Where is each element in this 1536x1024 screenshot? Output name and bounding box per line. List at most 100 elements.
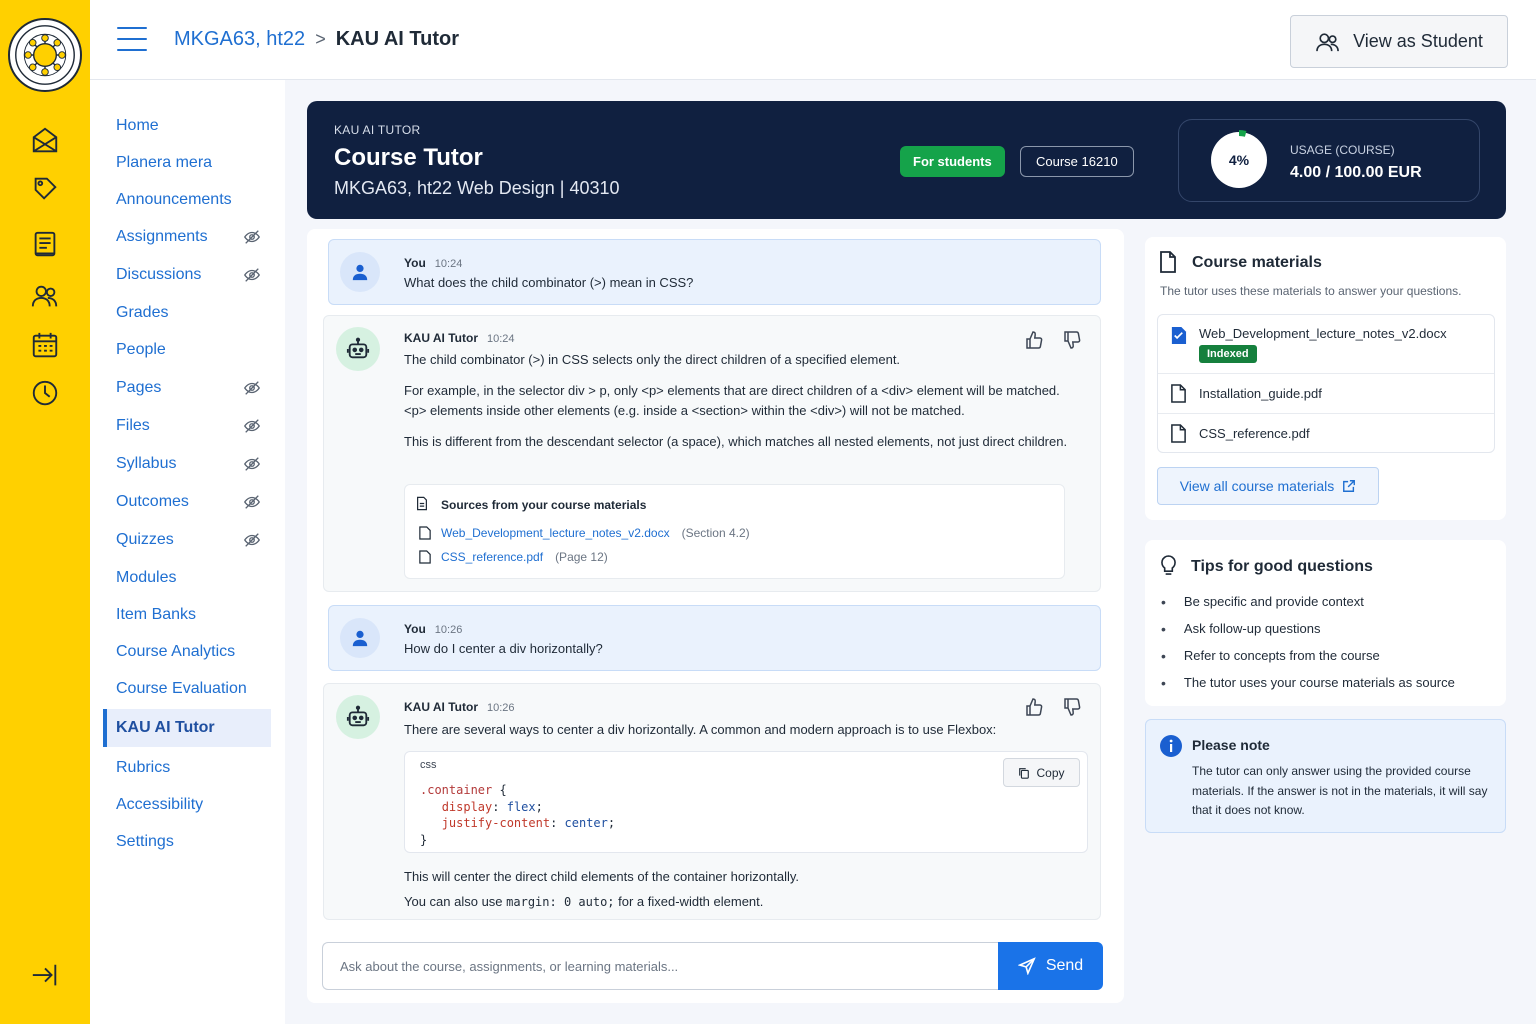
user-icon — [352, 264, 368, 281]
material-item[interactable]: Installation_guide.pdf — [1158, 373, 1494, 413]
source-location: (Section 4.2) — [681, 526, 750, 540]
course-nav-label: Pages — [116, 379, 162, 396]
user-avatar — [340, 618, 380, 658]
message-time: 10:26 — [487, 702, 515, 714]
course-nav-label: KAU AI Tutor — [116, 719, 215, 736]
course-navigation: Home Planera mera Announcements Assignme… — [90, 80, 285, 1024]
usage-value: 4.00 / 100.00 EUR — [1290, 164, 1422, 181]
top-header: MKGA63, ht22 > KAU AI Tutor View as Stud… — [90, 0, 1536, 80]
course-nav-files[interactable]: Files — [103, 408, 271, 444]
code-token: display — [441, 799, 493, 814]
course-nav-course-evaluation[interactable]: Course Evaluation — [103, 671, 271, 707]
material-item[interactable]: Web_Development_lecture_notes_v2.docx In… — [1158, 315, 1494, 373]
course-nav-grades[interactable]: Grades — [103, 295, 271, 331]
file-icon — [1171, 384, 1186, 403]
message-meta: You 10:26 — [404, 622, 462, 636]
course-nav-announcements[interactable]: Announcements — [103, 182, 271, 218]
code-token: center — [564, 816, 608, 830]
thumbs-up-icon[interactable] — [1024, 697, 1044, 717]
breadcrumb-course-link[interactable]: MKGA63, ht22 — [174, 28, 305, 51]
external-link-icon — [1343, 480, 1356, 492]
message-author: KAU AI Tutor — [404, 331, 478, 345]
sun-logo-icon — [15, 25, 75, 85]
course-nav-kau-ai-tutor[interactable]: KAU AI Tutor — [103, 709, 271, 747]
tutor-paragraph: This is different from the descendant se… — [404, 434, 1068, 449]
usage-panel: 4% USAGE (COURSE) 4.00 / 100.00 EUR — [1178, 119, 1480, 202]
note-text: The tutor can only answer using the prov… — [1192, 764, 1488, 817]
view-all-materials-button[interactable]: View all course materials — [1157, 467, 1379, 505]
document-icon — [417, 496, 427, 511]
course-nav-label: Files — [116, 417, 150, 434]
collapse-nav-icon[interactable] — [29, 959, 61, 991]
course-nav-label: Home — [116, 117, 159, 134]
hidden-eye-icon — [244, 533, 260, 547]
dashboard-icon[interactable] — [29, 172, 61, 204]
course-nav-settings[interactable]: Settings — [103, 824, 271, 860]
source-item: CSS_reference.pdf (Page 12) — [419, 550, 608, 564]
tutor-paragraph: This will center the direct child elemen… — [404, 869, 800, 884]
admin-icon[interactable] — [29, 124, 61, 156]
course-nav-label: Planera mera — [116, 154, 213, 171]
thumbs-down-icon[interactable] — [1062, 697, 1082, 717]
course-nav-label: Accessibility — [116, 796, 204, 813]
course-nav-outcomes[interactable]: Outcomes — [103, 484, 271, 520]
thumbs-up-icon[interactable] — [1024, 330, 1044, 350]
course-nav-item-banks[interactable]: Item Banks — [103, 597, 271, 633]
tips-card: Tips for good questions Be specific and … — [1145, 540, 1506, 706]
sources-title: Sources from your course materials — [441, 498, 647, 512]
course-nav-pages[interactable]: Pages — [103, 370, 271, 406]
course-nav-label: Announcements — [116, 191, 232, 208]
source-link[interactable]: CSS_reference.pdf — [441, 550, 543, 564]
course-nav-label: Assignments — [116, 228, 208, 245]
hidden-eye-icon — [244, 457, 260, 471]
course-id-badge: Course 16210 — [1020, 146, 1134, 177]
calendar-icon[interactable] — [29, 329, 61, 361]
chat-panel: You 10:24 What does the child combinator … — [307, 229, 1124, 1003]
users-icon — [1316, 32, 1340, 51]
info-icon — [1160, 735, 1182, 757]
course-nav-course-analytics[interactable]: Course Analytics — [103, 634, 271, 670]
word-doc-icon — [1171, 327, 1187, 344]
hidden-eye-icon — [244, 268, 260, 282]
document-icon — [1160, 251, 1176, 273]
university-logo[interactable] — [8, 18, 82, 92]
course-menu-toggle[interactable] — [117, 27, 147, 53]
send-label: Send — [1045, 957, 1084, 974]
send-button[interactable]: Send — [998, 942, 1103, 990]
text-run: You can also use — [404, 894, 507, 909]
thumbs-down-icon[interactable] — [1062, 330, 1082, 350]
tutor-hero-banner: KAU AI TUTOR Course Tutor MKGA63, ht22 W… — [307, 101, 1506, 219]
course-nav-label: Quizzes — [116, 531, 174, 548]
course-nav-quizzes[interactable]: Quizzes — [103, 522, 271, 558]
course-nav-planera-mera[interactable]: Planera mera — [103, 145, 271, 181]
code-block: css Copy .container { display: flex; jus… — [404, 751, 1088, 853]
copy-icon — [1019, 767, 1030, 779]
material-item[interactable]: CSS_reference.pdf — [1158, 413, 1494, 453]
code-token: } — [420, 832, 428, 847]
course-nav-label: People — [116, 341, 166, 358]
file-icon — [419, 526, 431, 540]
tutor-avatar — [336, 695, 380, 739]
global-nav-rail — [0, 0, 90, 1024]
note-title: Please note — [1192, 737, 1270, 753]
user-message: You 10:26 How do I center a div horizonta… — [328, 605, 1101, 671]
view-as-student-button[interactable]: View as Student — [1290, 15, 1508, 68]
materials-title: Course materials — [1192, 254, 1322, 271]
course-nav-accessibility[interactable]: Accessibility — [103, 787, 271, 823]
course-nav-rubrics[interactable]: Rubrics — [103, 750, 271, 786]
course-nav-syllabus[interactable]: Syllabus — [103, 446, 271, 482]
courses-icon[interactable] — [29, 228, 61, 260]
course-nav-home[interactable]: Home — [103, 108, 271, 144]
history-icon[interactable] — [29, 377, 61, 409]
course-nav-modules[interactable]: Modules — [103, 560, 271, 596]
code-content: .container { display: flex; justify-cont… — [420, 783, 616, 847]
source-link[interactable]: Web_Development_lecture_notes_v2.docx — [441, 526, 670, 540]
course-nav-people[interactable]: People — [103, 332, 271, 368]
text-run: horizontally. A common and modern approa… — [624, 722, 997, 737]
chat-input[interactable] — [322, 942, 999, 990]
course-nav-discussions[interactable]: Discussions — [103, 257, 271, 293]
copy-code-button[interactable]: Copy — [1003, 758, 1080, 787]
groups-icon[interactable] — [29, 280, 61, 312]
material-name: Web_Development_lecture_notes_v2.docx — [1199, 326, 1447, 341]
course-nav-assignments[interactable]: Assignments — [103, 219, 271, 255]
